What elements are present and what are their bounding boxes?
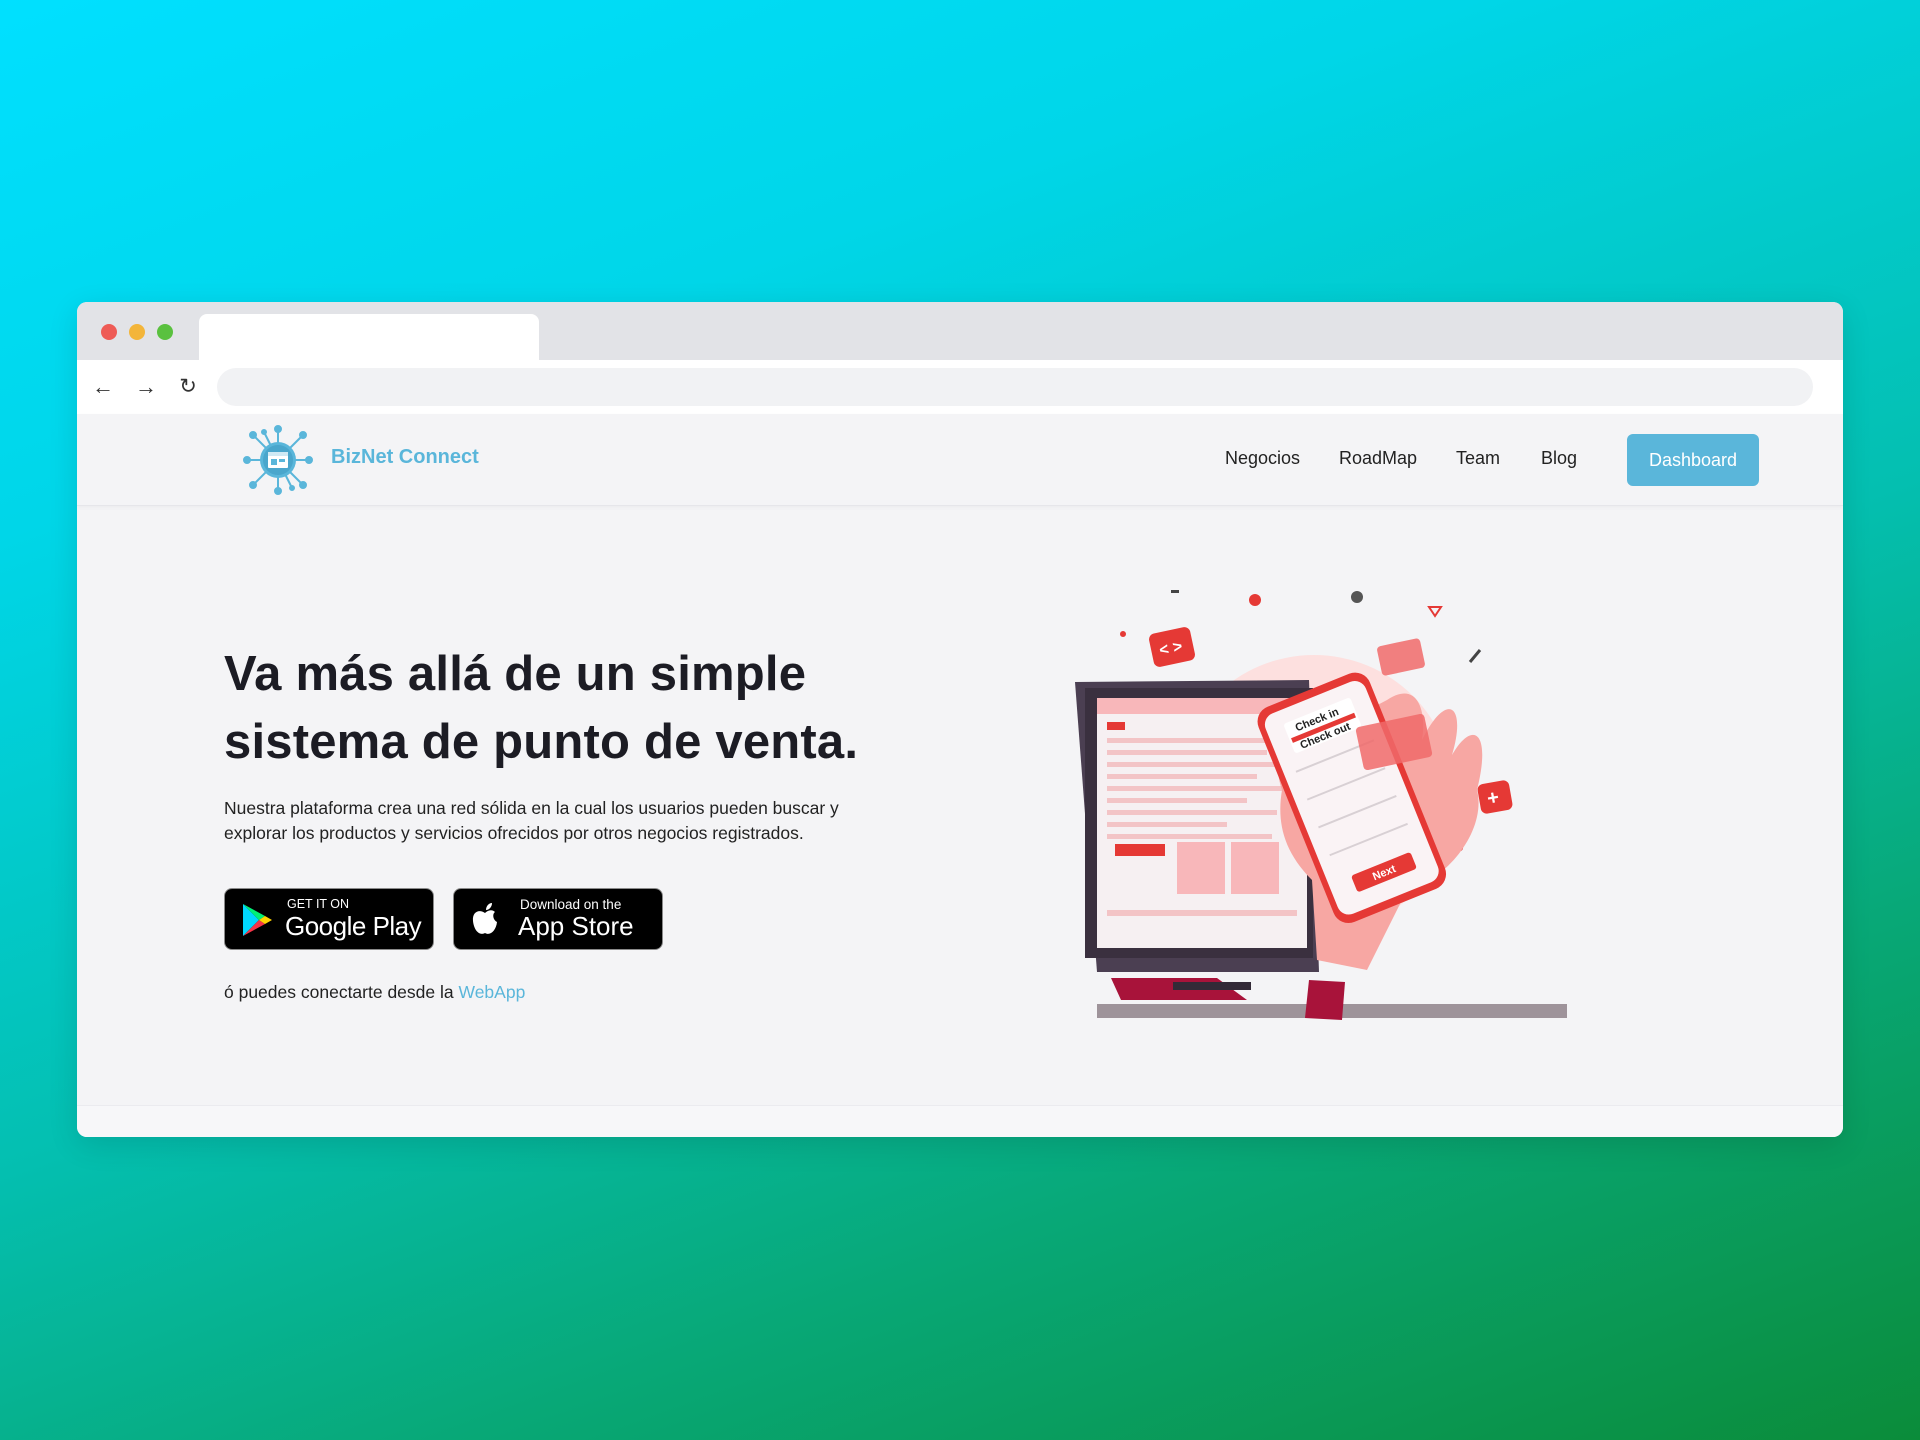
confetti-line [1468, 649, 1482, 663]
brand-name[interactable]: BizNet Connect [331, 446, 479, 469]
register-keys [1173, 982, 1251, 990]
dashboard-button[interactable]: Dashboard [1627, 434, 1759, 486]
hero-title: Va más allá de un simple sistema de punt… [224, 640, 944, 776]
app-store-button[interactable]: Download on the App Store [453, 888, 663, 950]
minimize-window-button[interactable] [129, 324, 145, 340]
close-window-button[interactable] [101, 324, 117, 340]
pos-illustration: < > + Check in Check out Next [1075, 590, 1567, 1020]
screen-card-1 [1177, 842, 1225, 894]
sleeve-cuff [1305, 980, 1345, 1020]
network-logo-icon[interactable] [242, 424, 314, 496]
confetti-dot [1249, 594, 1261, 606]
browser-tab[interactable] [199, 314, 539, 360]
browser-toolbar: ← → ↻ [77, 360, 1843, 414]
screen-red-chip [1107, 722, 1125, 730]
hero-description-line-1: Nuestra plataforma crea una red sólida e… [224, 798, 839, 818]
confetti-triangle [1427, 606, 1443, 618]
apple-icon [472, 903, 497, 934]
app-store-big-text: App Store [518, 911, 634, 941]
screen-red-button [1115, 844, 1165, 856]
confetti-dash [1171, 590, 1179, 593]
site-header: BizNet Connect Negocios RoadMap Team Blo… [77, 414, 1843, 506]
webapp-link[interactable]: WebApp [459, 982, 526, 1002]
browser-window: ← → ↻ BizNet Connect Negocios RoadMap Te… [77, 302, 1843, 1137]
nav-link-team[interactable]: Team [1456, 448, 1500, 469]
reload-icon[interactable]: ↻ [174, 373, 202, 401]
confetti-dot-dark [1351, 591, 1363, 603]
maximize-window-button[interactable] [157, 324, 173, 340]
nav-link-negocios[interactable]: Negocios [1225, 448, 1300, 469]
google-play-big-text: Google Play [285, 911, 422, 941]
hero-description-line-2: explorar los productos y servicios ofrec… [224, 823, 804, 843]
floating-card-top [1377, 638, 1425, 676]
nav-link-blog[interactable]: Blog [1541, 448, 1577, 469]
google-play-small-text: GET IT ON [287, 897, 350, 911]
forward-arrow-icon[interactable]: → [132, 373, 160, 401]
google-play-button[interactable]: GET IT ON Google Play [224, 888, 434, 950]
webapp-line: ó puedes conectarte desde la WebApp [224, 982, 525, 1003]
next-section-edge [77, 1105, 1843, 1137]
nav-link-roadmap[interactable]: RoadMap [1339, 448, 1417, 469]
confetti-dot-small [1120, 631, 1126, 637]
back-arrow-icon[interactable]: ← [89, 373, 117, 401]
app-store-small-text: Download on the [520, 897, 622, 912]
webapp-prefix: ó puedes conectarte desde la [224, 982, 454, 1002]
screen-card-2 [1231, 842, 1279, 894]
hero-description: Nuestra plataforma crea una red sólida e… [224, 796, 904, 846]
address-bar[interactable] [217, 368, 1813, 406]
browser-titlebar [77, 302, 1843, 360]
google-play-icon [243, 904, 272, 936]
hero-title-line-2: sistema de punto de venta. [224, 715, 859, 769]
hero-title-line-1: Va más allá de un simple [224, 647, 807, 701]
screen-footer-line [1107, 910, 1297, 916]
